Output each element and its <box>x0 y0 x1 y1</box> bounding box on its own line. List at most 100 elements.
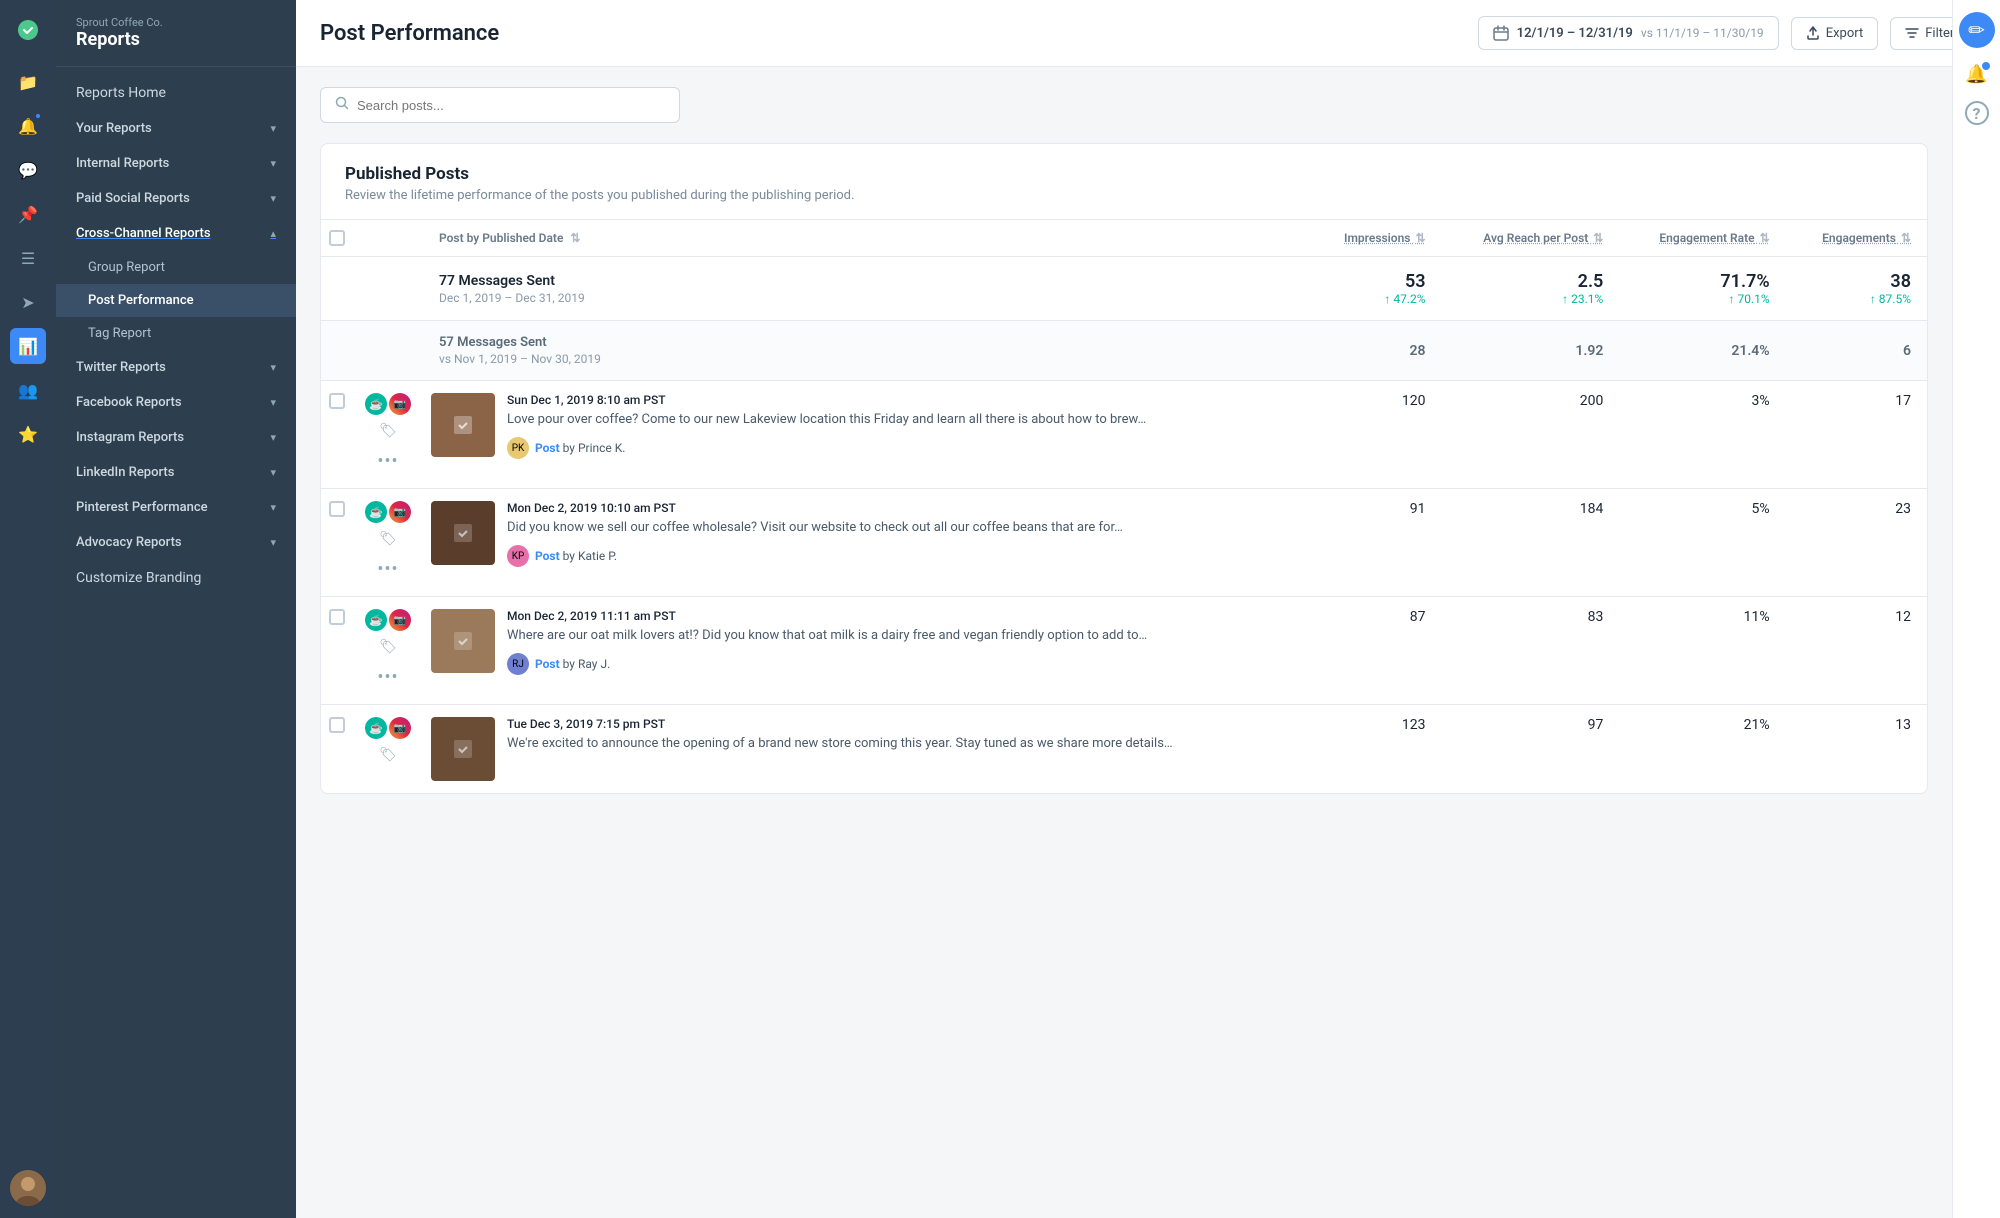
date-range-button[interactable]: 12/1/19 – 12/31/19 vs 11/1/19 – 11/30/19 <box>1478 16 1779 50</box>
menu-icon[interactable]: ☰ <box>10 240 46 276</box>
sidebar-item-facebook-reports[interactable]: Facebook Reports ▾ <box>56 385 296 420</box>
post-1-engagements: 17 <box>1786 381 1927 489</box>
post-1-date: Sun Dec 1, 2019 8:10 am PST <box>507 393 1301 407</box>
post-4-checkbox[interactable] <box>329 717 345 733</box>
chart-icon[interactable]: 📊 <box>10 328 46 364</box>
sidebar-item-linkedin-reports[interactable]: LinkedIn Reports ▾ <box>56 455 296 490</box>
folder-icon[interactable]: 📁 <box>10 64 46 100</box>
page-title: Post Performance <box>320 21 1466 46</box>
users-icon[interactable]: 👥 <box>10 372 46 408</box>
chevron-down-icon: ▾ <box>270 361 276 374</box>
post-3-engagements: 12 <box>1786 597 1927 705</box>
help-icon[interactable]: ? <box>1965 101 1989 125</box>
post-2-checkbox[interactable] <box>329 501 345 517</box>
post-2-engagements: 23 <box>1786 489 1927 597</box>
post-4-engagements: 13 <box>1786 705 1927 794</box>
sidebar-header: Sprout Coffee Co. Reports <box>56 0 296 67</box>
more-options-icon[interactable]: ••• <box>373 555 402 584</box>
instagram-profile-icon: 📷 <box>389 501 411 523</box>
sidebar-item-internal-reports[interactable]: Internal Reports ▾ <box>56 146 296 181</box>
post-4-date: Tue Dec 3, 2019 7:15 pm PST <box>507 717 1301 731</box>
current-engagement-rate: 71.7% <box>1635 271 1769 292</box>
table-row: ☕ 📷 🏷 ••• <box>321 381 1927 489</box>
prev-period-label: 57 Messages Sent <box>439 335 1293 350</box>
main-content: Published Posts Review the lifetime perf… <box>296 67 2000 1218</box>
prev-impressions: 28 <box>1325 343 1426 359</box>
coffee-profile-icon: ☕ <box>365 393 387 415</box>
section-header-bar: Published Posts Review the lifetime perf… <box>321 144 1927 220</box>
post-1-checkbox[interactable] <box>329 393 345 409</box>
post-3-impressions: 87 <box>1309 597 1442 705</box>
sidebar: Sprout Coffee Co. Reports Reports Home Y… <box>56 0 296 1218</box>
pin-icon[interactable]: 📌 <box>10 196 46 232</box>
sidebar-item-advocacy-reports[interactable]: Advocacy Reports ▾ <box>56 525 296 560</box>
notification-icon[interactable]: 🔔 <box>1965 64 1987 85</box>
post-1-avatar: PK <box>507 437 529 459</box>
current-engagements-trend: ↑ 87.5% <box>1802 292 1911 306</box>
sidebar-item-group-report[interactable]: Group Report <box>56 251 296 284</box>
engagements-header: Engagements ⇅ <box>1786 220 1927 257</box>
post-2-body: Did you know we sell our coffee wholesal… <box>507 519 1301 537</box>
sidebar-item-tag-report[interactable]: Tag Report <box>56 317 296 350</box>
table-row: ☕ 📷 🏷 ••• <box>321 597 1927 705</box>
sidebar-item-cross-channel-reports[interactable]: Cross-Channel Reports ▴ <box>56 216 296 251</box>
post-2-author: KP Post by Katie P. <box>507 545 1301 567</box>
published-posts-card: Published Posts Review the lifetime perf… <box>320 143 1928 794</box>
tag-icon[interactable]: 🏷 <box>375 527 401 551</box>
send-icon[interactable]: ➤ <box>10 284 46 320</box>
sort-icon: ⇅ <box>1415 231 1425 245</box>
alert-icon[interactable]: 🔔 <box>10 108 46 144</box>
tag-icon[interactable]: 🏷 <box>375 635 401 659</box>
create-button[interactable]: ✏ <box>1959 12 1995 48</box>
post-date-header[interactable]: Post by Published Date ⇅ <box>423 220 1309 257</box>
posts-table: Post by Published Date ⇅ Impressions ⇅ A… <box>321 220 1927 793</box>
post-3-avg-reach: 83 <box>1442 597 1620 705</box>
post-3-avatar: RJ <box>507 653 529 675</box>
tag-icon[interactable]: 🏷 <box>375 743 401 767</box>
summary-row-current: 77 Messages Sent Dec 1, 2019 – Dec 31, 2… <box>321 257 1927 321</box>
sidebar-item-post-performance[interactable]: Post Performance <box>56 284 296 317</box>
logo-icon[interactable] <box>10 12 46 48</box>
current-period-label: 77 Messages Sent <box>439 273 1293 289</box>
star-icon[interactable]: ⭐ <box>10 416 46 452</box>
sidebar-item-twitter-reports[interactable]: Twitter Reports ▾ <box>56 350 296 385</box>
post-1-avg-reach: 200 <box>1442 381 1620 489</box>
chevron-down-icon: ▾ <box>270 536 276 549</box>
sidebar-item-paid-social-reports[interactable]: Paid Social Reports ▾ <box>56 181 296 216</box>
right-rail: ✏ 🔔 ? <box>1952 0 2000 1218</box>
sidebar-item-instagram-reports[interactable]: Instagram Reports ▾ <box>56 420 296 455</box>
post-1-thumbnail <box>431 393 495 457</box>
impressions-header[interactable]: Impressions ⇅ <box>1309 220 1442 257</box>
select-all-checkbox[interactable] <box>329 230 345 246</box>
sort-icon: ⇅ <box>570 231 580 245</box>
sidebar-item-pinterest-performance[interactable]: Pinterest Performance ▾ <box>56 490 296 525</box>
sidebar-item-your-reports[interactable]: Your Reports ▾ <box>56 111 296 146</box>
post-2-impressions: 91 <box>1309 489 1442 597</box>
post-3-engagement-rate: 11% <box>1619 597 1785 705</box>
summary-row-prev: 57 Messages Sent vs Nov 1, 2019 – Nov 30… <box>321 321 1927 381</box>
tag-icon[interactable]: 🏷 <box>375 419 401 443</box>
more-options-icon[interactable]: ••• <box>373 447 402 476</box>
more-options-icon[interactable]: ••• <box>373 663 402 692</box>
sidebar-item-customize-branding[interactable]: Customize Branding <box>56 560 296 596</box>
message-icon[interactable]: 💬 <box>10 152 46 188</box>
post-1-author-text: Post by Prince K. <box>535 441 625 455</box>
post-2-avatar: KP <box>507 545 529 567</box>
post-1-author: PK Post by Prince K. <box>507 437 1301 459</box>
current-engagement-rate-trend: ↑ 70.1% <box>1635 292 1769 306</box>
profile-header <box>353 220 423 257</box>
user-avatar[interactable] <box>10 1170 46 1206</box>
export-button[interactable]: Export <box>1791 17 1879 50</box>
left-icon-rail: 📁 🔔 💬 📌 ☰ ➤ 📊 👥 ⭐ <box>0 0 56 1218</box>
chevron-down-icon: ▾ <box>270 501 276 514</box>
avg-reach-header: Avg Reach per Post ⇅ <box>1442 220 1620 257</box>
instagram-profile-icon: 📷 <box>389 717 411 739</box>
search-input[interactable] <box>357 98 665 113</box>
current-period-dates: Dec 1, 2019 – Dec 31, 2019 <box>439 291 1293 305</box>
post-2-engagement-rate: 5% <box>1619 489 1785 597</box>
sidebar-item-reports-home[interactable]: Reports Home <box>56 75 296 111</box>
post-3-checkbox[interactable] <box>329 609 345 625</box>
post-2-author-text: Post by Katie P. <box>535 549 617 563</box>
search-bar[interactable] <box>320 87 680 123</box>
post-2-avg-reach: 184 <box>1442 489 1620 597</box>
